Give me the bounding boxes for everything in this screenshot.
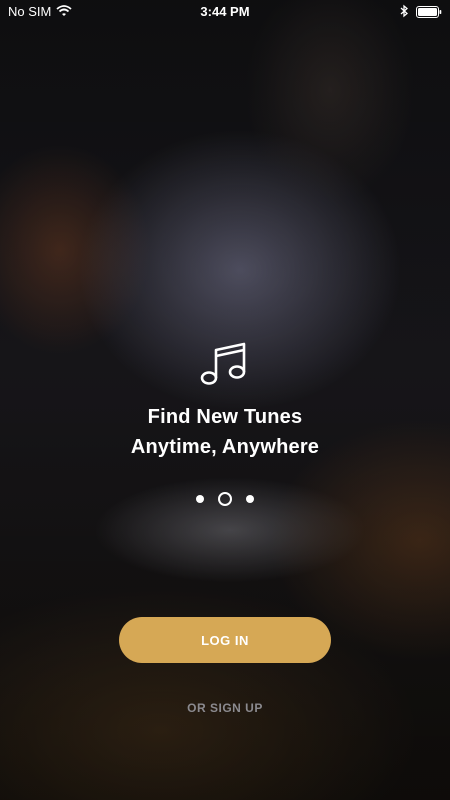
battery-icon <box>416 6 442 18</box>
music-note-icon <box>198 338 250 390</box>
page-dot-3[interactable] <box>246 494 254 503</box>
headline-line-1: Find New Tunes <box>147 406 303 428</box>
page-dot-2-active[interactable] <box>218 491 232 506</box>
page-indicator[interactable] <box>0 490 450 506</box>
headline-line-2: Anytime, Anywhere <box>130 436 320 458</box>
bluetooth-icon <box>400 4 409 21</box>
background-overlay <box>0 0 450 800</box>
page-dot-1[interactable] <box>196 494 204 503</box>
status-bar: No SIM 3:44 PM <box>0 0 450 24</box>
signup-link[interactable]: OR SIGN UP <box>0 701 450 715</box>
login-button[interactable]: LOG IN <box>119 617 331 663</box>
clock: 3:44 PM <box>200 4 250 19</box>
